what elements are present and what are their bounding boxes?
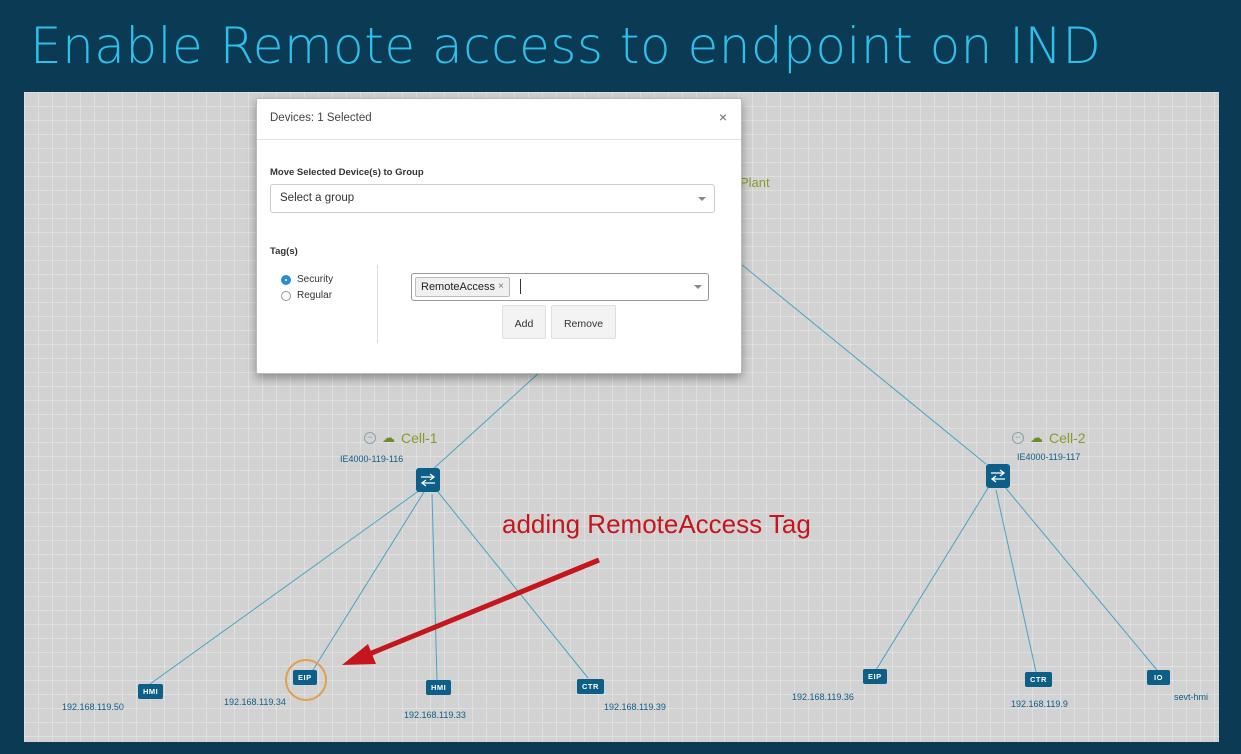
plant-group-label[interactable]: Plant [740, 175, 770, 190]
device-ctr-icon[interactable]: CTR [1025, 672, 1052, 687]
link-cell2-io [1003, 485, 1158, 671]
tag-chip-label: RemoteAccess [421, 281, 495, 293]
tag-input[interactable]: RemoteAccess × [411, 273, 709, 301]
group-select[interactable]: Select a group [270, 184, 715, 213]
modal-title: Devices: 1 Selected [270, 112, 372, 124]
cloud-icon: ☁ [1030, 430, 1043, 445]
cell-2-switch-name: IE4000-119-117 [1017, 452, 1081, 462]
device-eip-icon[interactable]: EIP [293, 670, 317, 685]
close-icon[interactable]: × [719, 109, 727, 125]
collapse-icon[interactable]: − [364, 432, 376, 444]
annotation-text: adding RemoteAccess Tag [502, 509, 811, 539]
device-ip-label: 192.168.119.36 [792, 692, 854, 702]
link-cell1-hmi-50 [149, 489, 421, 685]
device-io-icon[interactable]: IO [1147, 670, 1170, 685]
device-ip-label: 192.168.119.50 [62, 702, 124, 712]
cell-2-name: Cell-2 [1049, 430, 1086, 446]
text-cursor [520, 279, 521, 294]
radio-regular[interactable] [281, 290, 291, 301]
chevron-down-icon[interactable] [694, 285, 702, 289]
remove-tag-button[interactable]: Remove [551, 305, 616, 339]
device-hmi-icon[interactable]: HMI [138, 684, 164, 699]
group-section-label: Move Selected Device(s) to Group [270, 167, 424, 178]
device-ctr-icon[interactable]: CTR [577, 679, 604, 694]
devices-modal: Devices: 1 Selected × Move Selected Devi… [256, 98, 742, 374]
link-plant-cell2 [713, 241, 987, 465]
device-ip-label: 192.168.119.33 [404, 710, 466, 720]
cell-1-name: Cell-1 [401, 430, 438, 446]
tag-type-regular[interactable]: Regular [281, 290, 332, 301]
divider [377, 265, 378, 343]
slide-title: Enable Remote access to endpoint on IND [30, 17, 1102, 75]
tag-chip: RemoteAccess × [415, 277, 510, 297]
add-tag-button[interactable]: Add [502, 305, 546, 339]
chevron-down-icon [698, 197, 706, 201]
device-hmi-icon[interactable]: HMI [426, 680, 452, 695]
close-icon[interactable]: × [498, 278, 504, 296]
cell-2-group-label[interactable]: − ☁ Cell-2 [1012, 430, 1086, 446]
group-select-value: Select a group [280, 192, 355, 204]
device-ip-label: 192.168.119.39 [604, 702, 666, 712]
device-ip-label: sevt-hmi [1174, 692, 1209, 702]
cloud-icon: ☁ [382, 430, 395, 445]
link-cell1-hmi-33 [431, 493, 438, 681]
collapse-icon[interactable]: − [1012, 432, 1024, 444]
radio-regular-label: Regular [297, 290, 333, 301]
radio-security[interactable] [281, 274, 291, 285]
device-ip-label: 192.168.119.34 [224, 697, 286, 707]
modal-header: Devices: 1 Selected × [257, 99, 741, 140]
link-cell1-eip-34 [307, 491, 425, 679]
tags-section-label: Tag(s) [270, 246, 298, 257]
link-cell2-eip-36 [875, 487, 989, 671]
cell-1-group-label[interactable]: − ☁ Cell-1 [364, 430, 438, 446]
device-ip-label: 192.168.119.9 [1011, 699, 1068, 709]
switch-icon[interactable] [416, 468, 440, 492]
switch-icon[interactable] [986, 464, 1010, 488]
radio-security-label: Security [297, 274, 334, 285]
cell-1-switch-name: IE4000-119-116 [340, 454, 404, 464]
device-eip-icon[interactable]: EIP [863, 669, 887, 684]
tag-type-security[interactable]: Security [281, 274, 333, 285]
